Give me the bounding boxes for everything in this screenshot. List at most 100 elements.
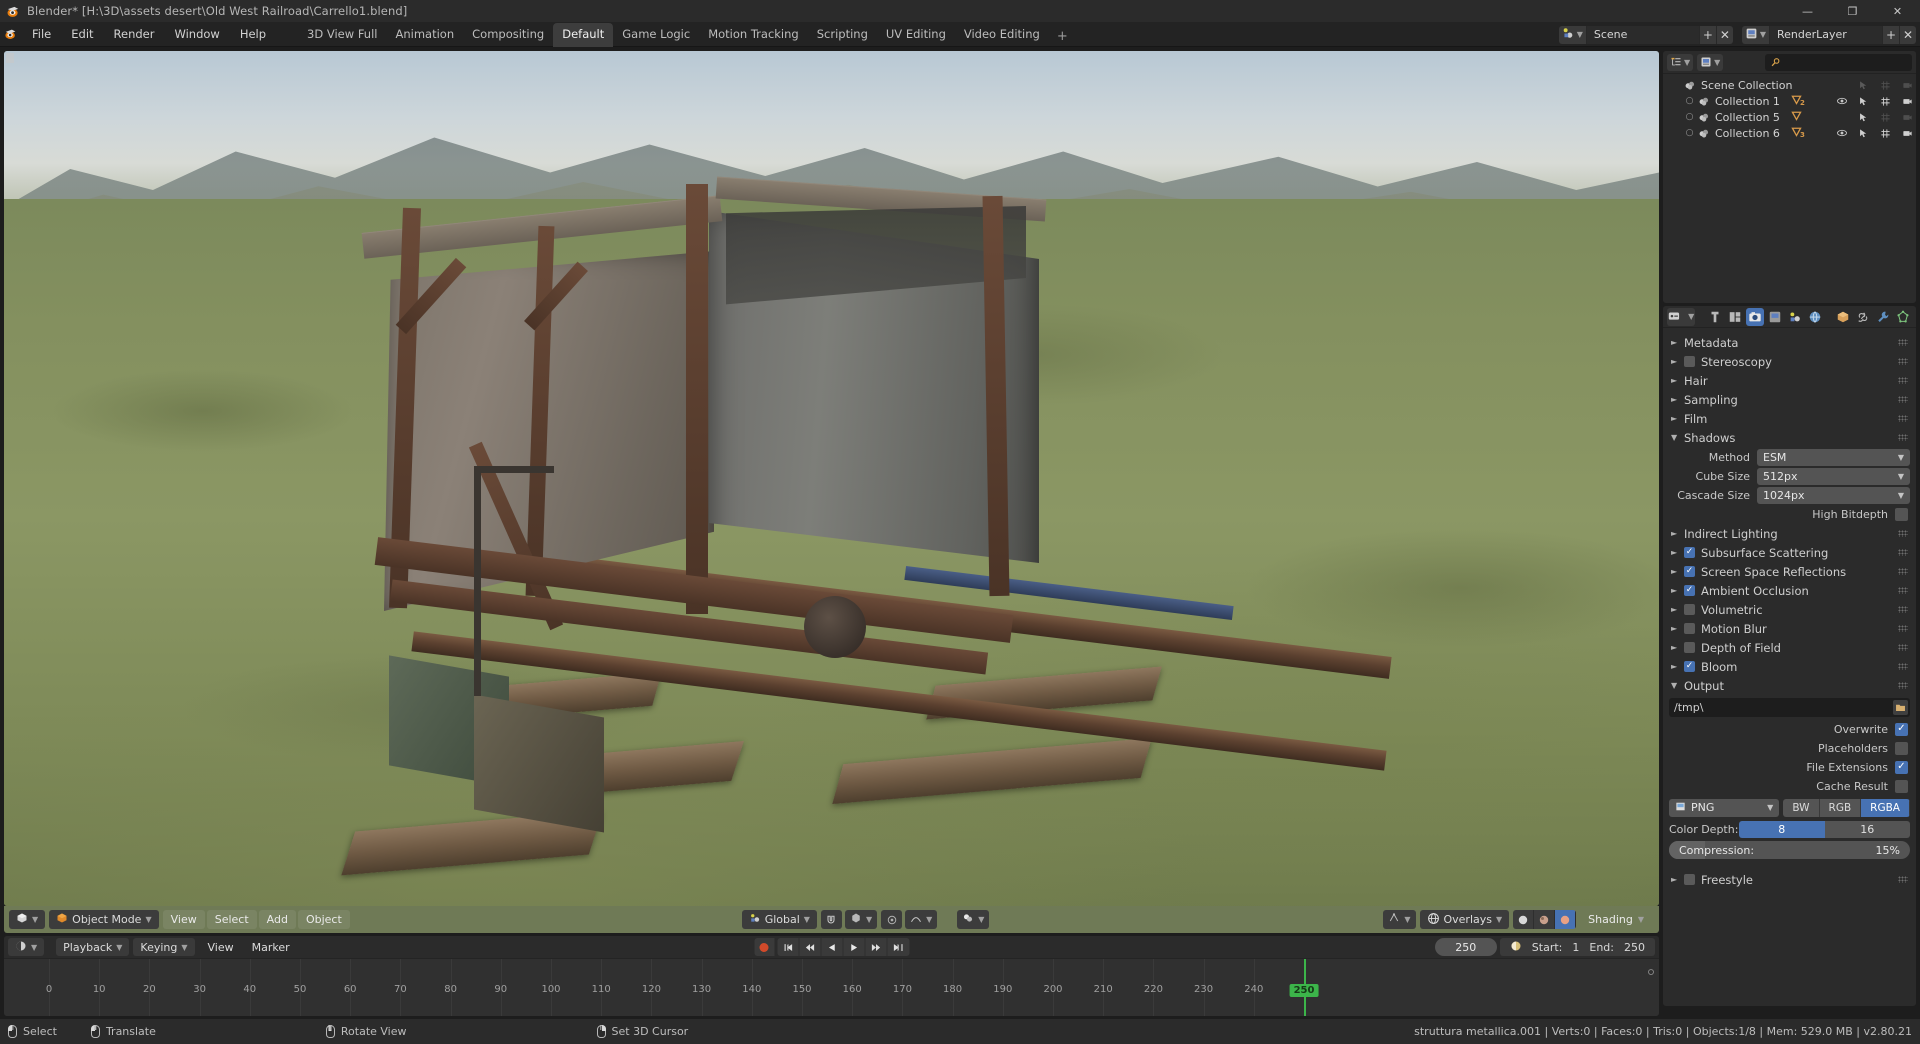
- workspace-tab-3d-view-full[interactable]: 3D View Full: [298, 23, 386, 47]
- view-layer-name-field[interactable]: RenderLayer: [1770, 25, 1882, 44]
- timeline-zoom-handle[interactable]: [1646, 962, 1656, 975]
- panel-enable-checkbox[interactable]: [1684, 661, 1695, 672]
- properties-tab-render[interactable]: [1745, 307, 1764, 326]
- gizmo-selector[interactable]: ▼: [1383, 910, 1416, 929]
- panel-subsurface-scattering[interactable]: ► Subsurface Scattering: [1663, 543, 1916, 562]
- menu-edit[interactable]: Edit: [62, 25, 102, 44]
- timeline-menu-keying[interactable]: Keying ▼: [133, 938, 195, 956]
- proportional-editing-toggle[interactable]: [881, 910, 903, 929]
- timeline-menu-view[interactable]: View: [199, 938, 243, 956]
- panel-drag-handle[interactable]: [1898, 434, 1908, 441]
- maximize-button[interactable]: ❐: [1830, 0, 1875, 22]
- scene-name-field[interactable]: Scene: [1586, 25, 1699, 44]
- properties-tab-modifiers[interactable]: [1874, 308, 1892, 326]
- output-path-field[interactable]: /tmp\: [1669, 698, 1910, 717]
- triangle-right-icon[interactable]: ►: [1671, 662, 1684, 671]
- color-mode-bw[interactable]: BW: [1783, 798, 1820, 817]
- current-frame-field[interactable]: 250: [1434, 938, 1497, 956]
- panel-drag-handle[interactable]: [1898, 377, 1908, 384]
- minimize-button[interactable]: —: [1785, 0, 1830, 22]
- visibility-toggle-icon[interactable]: [1835, 109, 1848, 125]
- color-depth-16[interactable]: 16: [1824, 820, 1910, 838]
- color-mode-rgba[interactable]: RGBA: [1861, 798, 1910, 817]
- panel-drag-handle[interactable]: [1898, 876, 1908, 883]
- render-toggle-icon[interactable]: [1901, 125, 1914, 141]
- 3d-viewport[interactable]: [4, 51, 1659, 906]
- expand-toggle-icon[interactable]: ○: [1683, 112, 1696, 122]
- panel-enable-checkbox[interactable]: [1684, 547, 1695, 558]
- panel-drag-handle[interactable]: [1898, 549, 1908, 556]
- render-toggle-icon[interactable]: [1901, 109, 1914, 125]
- properties-tab-object[interactable]: [1834, 308, 1852, 326]
- timeline-editor[interactable]: ▼ Playback ▼ Keying ▼ View Marker 250 St…: [4, 936, 1659, 1016]
- panel-freestyle[interactable]: ► Freestyle: [1663, 870, 1916, 889]
- properties-editor-type-selector[interactable]: ▼: [1667, 307, 1696, 326]
- jump-to-next-keyframe-button[interactable]: [865, 938, 887, 956]
- proportional-falloff-selector[interactable]: ▼: [905, 910, 938, 929]
- view-layer-selector[interactable]: ▼ RenderLayer + ✕: [1741, 25, 1916, 44]
- panel-drag-handle[interactable]: [1898, 568, 1908, 575]
- workspace-tab-compositing[interactable]: Compositing: [463, 23, 553, 47]
- triangle-down-icon[interactable]: ▼: [1671, 681, 1684, 690]
- menu-help[interactable]: Help: [231, 25, 275, 44]
- use-preview-range-icon[interactable]: [1510, 940, 1522, 955]
- high-bitdepth-checkbox[interactable]: [1895, 507, 1908, 521]
- panel-enable-checkbox[interactable]: [1684, 566, 1695, 577]
- viewport-menu-object[interactable]: Object: [297, 910, 350, 929]
- triangle-right-icon[interactable]: ►: [1671, 875, 1684, 884]
- triangle-right-icon[interactable]: ►: [1671, 395, 1684, 404]
- jump-to-end-button[interactable]: [887, 938, 909, 956]
- expand-toggle-icon[interactable]: ○: [1683, 128, 1696, 138]
- triangle-right-icon[interactable]: ►: [1671, 605, 1684, 614]
- workspace-tab-scripting[interactable]: Scripting: [808, 23, 877, 47]
- triangle-right-icon[interactable]: ►: [1671, 357, 1684, 366]
- start-frame-value[interactable]: 1: [1572, 941, 1579, 954]
- outliner-editor[interactable]: ▼ ▼ Scene Collection ○ Collection 1 2 ○ …: [1663, 51, 1916, 303]
- triangle-right-icon[interactable]: ►: [1671, 414, 1684, 423]
- panel-drag-handle[interactable]: [1898, 663, 1908, 670]
- shading-rendered-button[interactable]: [1555, 910, 1577, 929]
- outliner-editor-type-selector[interactable]: ▼: [1667, 53, 1694, 71]
- properties-tab-tool[interactable]: [1706, 308, 1724, 326]
- timeline-editor-type-selector[interactable]: ▼: [8, 938, 45, 956]
- selectable-toggle-icon[interactable]: [1857, 77, 1870, 93]
- cascade-size-dropdown[interactable]: 1024px ▼: [1757, 486, 1910, 504]
- viewport-object-types-selector[interactable]: ▼: [957, 910, 990, 929]
- properties-tab-render-layers[interactable]: [1726, 308, 1744, 326]
- expand-toggle-icon[interactable]: ○: [1683, 96, 1696, 106]
- workspace-tab-motion-tracking[interactable]: Motion Tracking: [699, 23, 808, 47]
- file-format-dropdown[interactable]: PNG ▼: [1669, 798, 1780, 817]
- menu-window[interactable]: Window: [165, 25, 228, 44]
- panel-enable-checkbox[interactable]: [1684, 585, 1695, 596]
- jump-to-prev-keyframe-button[interactable]: [799, 938, 821, 956]
- timeline-ruler[interactable]: 0 10 20 30 40 50 60 70 80 90 100 110 120 130 140 150 160…: [4, 959, 1659, 1016]
- timeline-menu-playback[interactable]: Playback ▼: [56, 938, 130, 956]
- menu-render[interactable]: Render: [105, 25, 164, 44]
- triangle-right-icon[interactable]: ►: [1671, 586, 1684, 595]
- play-reverse-button[interactable]: [821, 938, 843, 956]
- compression-slider[interactable]: Compression: 15%: [1669, 841, 1910, 859]
- scene-selector[interactable]: ▼ Scene + ✕: [1558, 25, 1733, 44]
- placeholders-checkbox[interactable]: [1895, 741, 1908, 755]
- panel-drag-handle[interactable]: [1898, 358, 1908, 365]
- properties-tab-output[interactable]: [1766, 308, 1784, 326]
- panel-drag-handle[interactable]: [1898, 587, 1908, 594]
- outliner-row[interactable]: ○ Collection 5: [1663, 109, 1916, 125]
- properties-tab-constraints[interactable]: [1854, 308, 1872, 326]
- viewport-toggle-icon[interactable]: [1879, 109, 1892, 125]
- triangle-right-icon[interactable]: ►: [1671, 567, 1684, 576]
- end-frame-value[interactable]: 250: [1624, 941, 1645, 954]
- outliner-row[interactable]: ○ Collection 6 3: [1663, 125, 1916, 141]
- properties-tab-data[interactable]: [1894, 308, 1912, 326]
- workspace-tab-uv-editing[interactable]: UV Editing: [877, 23, 955, 47]
- panel-enable-checkbox[interactable]: [1684, 874, 1695, 885]
- editor-type-selector[interactable]: ▼: [9, 910, 46, 929]
- triangle-right-icon[interactable]: ►: [1671, 624, 1684, 633]
- outliner-row[interactable]: ○ Collection 1 2: [1663, 93, 1916, 109]
- panel-output[interactable]: ▼ Output: [1663, 676, 1916, 695]
- record-button[interactable]: [754, 938, 774, 956]
- panel-hair[interactable]: ► Hair: [1663, 371, 1916, 390]
- panel-ambient-occlusion[interactable]: ► Ambient Occlusion: [1663, 581, 1916, 600]
- remove-scene-button[interactable]: ✕: [1715, 25, 1733, 44]
- panel-enable-checkbox[interactable]: [1684, 604, 1695, 615]
